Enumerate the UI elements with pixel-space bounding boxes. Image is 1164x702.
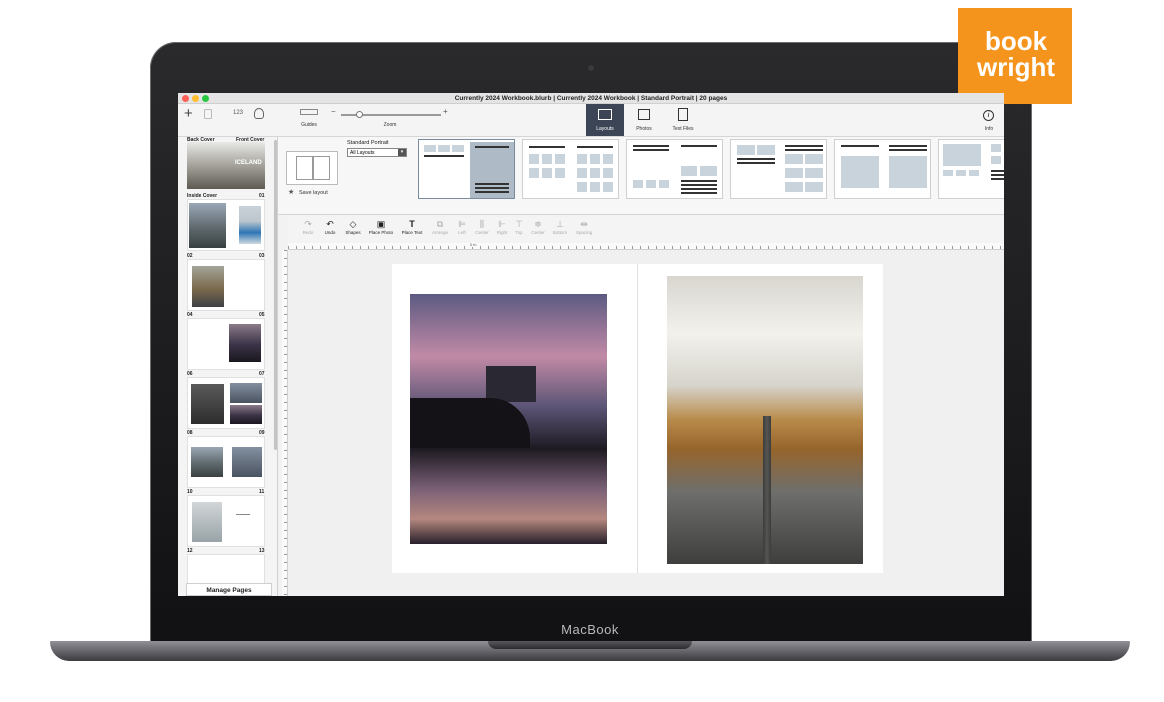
zoom-slider-thumb[interactable]: [356, 111, 363, 118]
layout-option[interactable]: [626, 139, 723, 199]
top-toolbar: + 123 Guides − + Zoom Layouts Photos Tex…: [178, 104, 1004, 137]
left-page[interactable]: [392, 264, 637, 573]
undo-icon: ↶: [326, 219, 334, 229]
spacing-button[interactable]: ⇹ Spacing: [572, 219, 596, 235]
photo-frame-left[interactable]: [410, 294, 607, 544]
trash-icon[interactable]: [204, 109, 212, 119]
laptop-notch: [488, 641, 692, 649]
align-left-button[interactable]: ⊫ Left: [453, 219, 471, 235]
zoom-label: Zoom: [383, 122, 397, 128]
window-title: Currently 2024 Workbook.blurb | Currentl…: [178, 93, 1004, 104]
palette-icon[interactable]: [254, 108, 264, 119]
sidebar-scrollbar[interactable]: [274, 140, 277, 450]
spread-thumbnail[interactable]: [187, 199, 265, 251]
place-text-button[interactable]: T Place Text: [398, 219, 426, 235]
cliff-shape: [410, 398, 530, 448]
layout-option[interactable]: [522, 139, 619, 199]
add-page-icon[interactable]: +: [184, 106, 193, 121]
page-number-toggle[interactable]: 123: [233, 110, 243, 116]
layout-filter-select[interactable]: All Layouts ▾: [347, 148, 407, 157]
cover-title: ICELAND: [235, 160, 262, 166]
spread-thumbnail[interactable]: [187, 554, 265, 584]
spread-thumbnail[interactable]: [187, 436, 265, 488]
photo-frame-right[interactable]: [667, 276, 863, 564]
tab-layouts[interactable]: Layouts: [586, 104, 624, 136]
edit-toolbar: ↷ Redo ↶ Undo ◇ Shapes ▣ Place Photo T Place …: [288, 217, 1004, 243]
layouts-panel: ★ Save layout Standard Portrait All Layo…: [278, 137, 1004, 215]
tab-photos[interactable]: Photos: [625, 104, 663, 136]
place-text-icon: T: [409, 219, 415, 229]
ruler-origin-label: 0 in: [470, 242, 477, 247]
horizontal-ruler: 0 in: [288, 242, 1004, 250]
arrange-icon: ⧉: [436, 219, 444, 229]
guides-icon[interactable]: [300, 109, 318, 115]
align-bottom-icon: ⊥: [556, 219, 564, 229]
save-layout-button[interactable]: Save layout: [299, 190, 328, 196]
align-right-button[interactable]: ⊩ Right: [493, 219, 511, 235]
minimize-window-button[interactable]: [192, 95, 199, 102]
info-icon[interactable]: i: [983, 110, 994, 121]
photos-icon: [638, 109, 650, 120]
layouts-icon: [598, 109, 612, 120]
redo-icon: ↷: [304, 219, 312, 229]
spread-thumbnail[interactable]: [187, 259, 265, 311]
layout-option[interactable]: [730, 139, 827, 199]
spread-thumbnail[interactable]: [187, 318, 265, 370]
close-window-button[interactable]: [182, 95, 189, 102]
spacing-icon: ⇹: [580, 219, 588, 229]
align-top-button[interactable]: ⊤ Top: [511, 219, 527, 235]
align-left-icon: ⊫: [458, 219, 466, 229]
align-center-icon: ⫼: [479, 219, 485, 229]
zoom-out-button[interactable]: −: [331, 107, 336, 116]
shapes-button[interactable]: ◇ Shapes: [342, 219, 364, 235]
cover-thumbnail[interactable]: ICELAND: [187, 142, 265, 189]
device-label: MacBook: [561, 622, 619, 637]
zoom-in-button[interactable]: +: [443, 107, 448, 116]
info-label: Info: [984, 126, 994, 132]
layout-option[interactable]: [834, 139, 931, 199]
place-photo-icon: ▣: [376, 219, 386, 229]
undo-button[interactable]: ↶ Undo: [320, 219, 340, 235]
star-icon: ★: [288, 189, 295, 196]
layout-option[interactable]: [938, 139, 1004, 199]
tab-text-files[interactable]: Text Files: [664, 104, 702, 136]
shapes-icon: ◇: [349, 219, 357, 229]
app-window: Currently 2024 Workbook.blurb | Currentl…: [178, 93, 1004, 596]
layout-option[interactable]: [418, 139, 515, 199]
align-top-icon: ⊤: [515, 219, 523, 229]
place-photo-button[interactable]: ▣ Place Photo: [366, 219, 396, 235]
manage-pages-button[interactable]: Manage Pages: [186, 583, 272, 596]
page-sidebar: Back Cover Front Cover ICELAND Inside Co…: [178, 137, 278, 596]
arrange-button[interactable]: ⧉ Arrange: [428, 219, 452, 235]
align-bottom-button[interactable]: ⊥ Bottom: [549, 219, 571, 235]
spread-thumbnail[interactable]: [187, 495, 265, 547]
redo-button[interactable]: ↷ Redo: [298, 219, 318, 235]
right-page[interactable]: [638, 264, 883, 573]
align-right-icon: ⊩: [498, 219, 506, 229]
current-layout-preview[interactable]: [286, 151, 338, 185]
align-middle-button[interactable]: ≑ Center: [527, 219, 549, 235]
spread-thumbnail[interactable]: [187, 377, 265, 429]
align-center-button[interactable]: ⫼ Center: [472, 219, 492, 235]
road-shape: [763, 416, 771, 564]
zoom-window-button[interactable]: [202, 95, 209, 102]
text-file-icon: [678, 108, 688, 121]
chevron-down-icon: ▾: [398, 149, 406, 156]
layout-category: Standard Portrait: [347, 140, 389, 146]
guides-label: Guides: [301, 122, 317, 128]
house-shape: [486, 366, 536, 402]
camera: [588, 65, 594, 71]
page-canvas[interactable]: [288, 250, 1004, 596]
align-middle-icon: ≑: [534, 219, 542, 229]
